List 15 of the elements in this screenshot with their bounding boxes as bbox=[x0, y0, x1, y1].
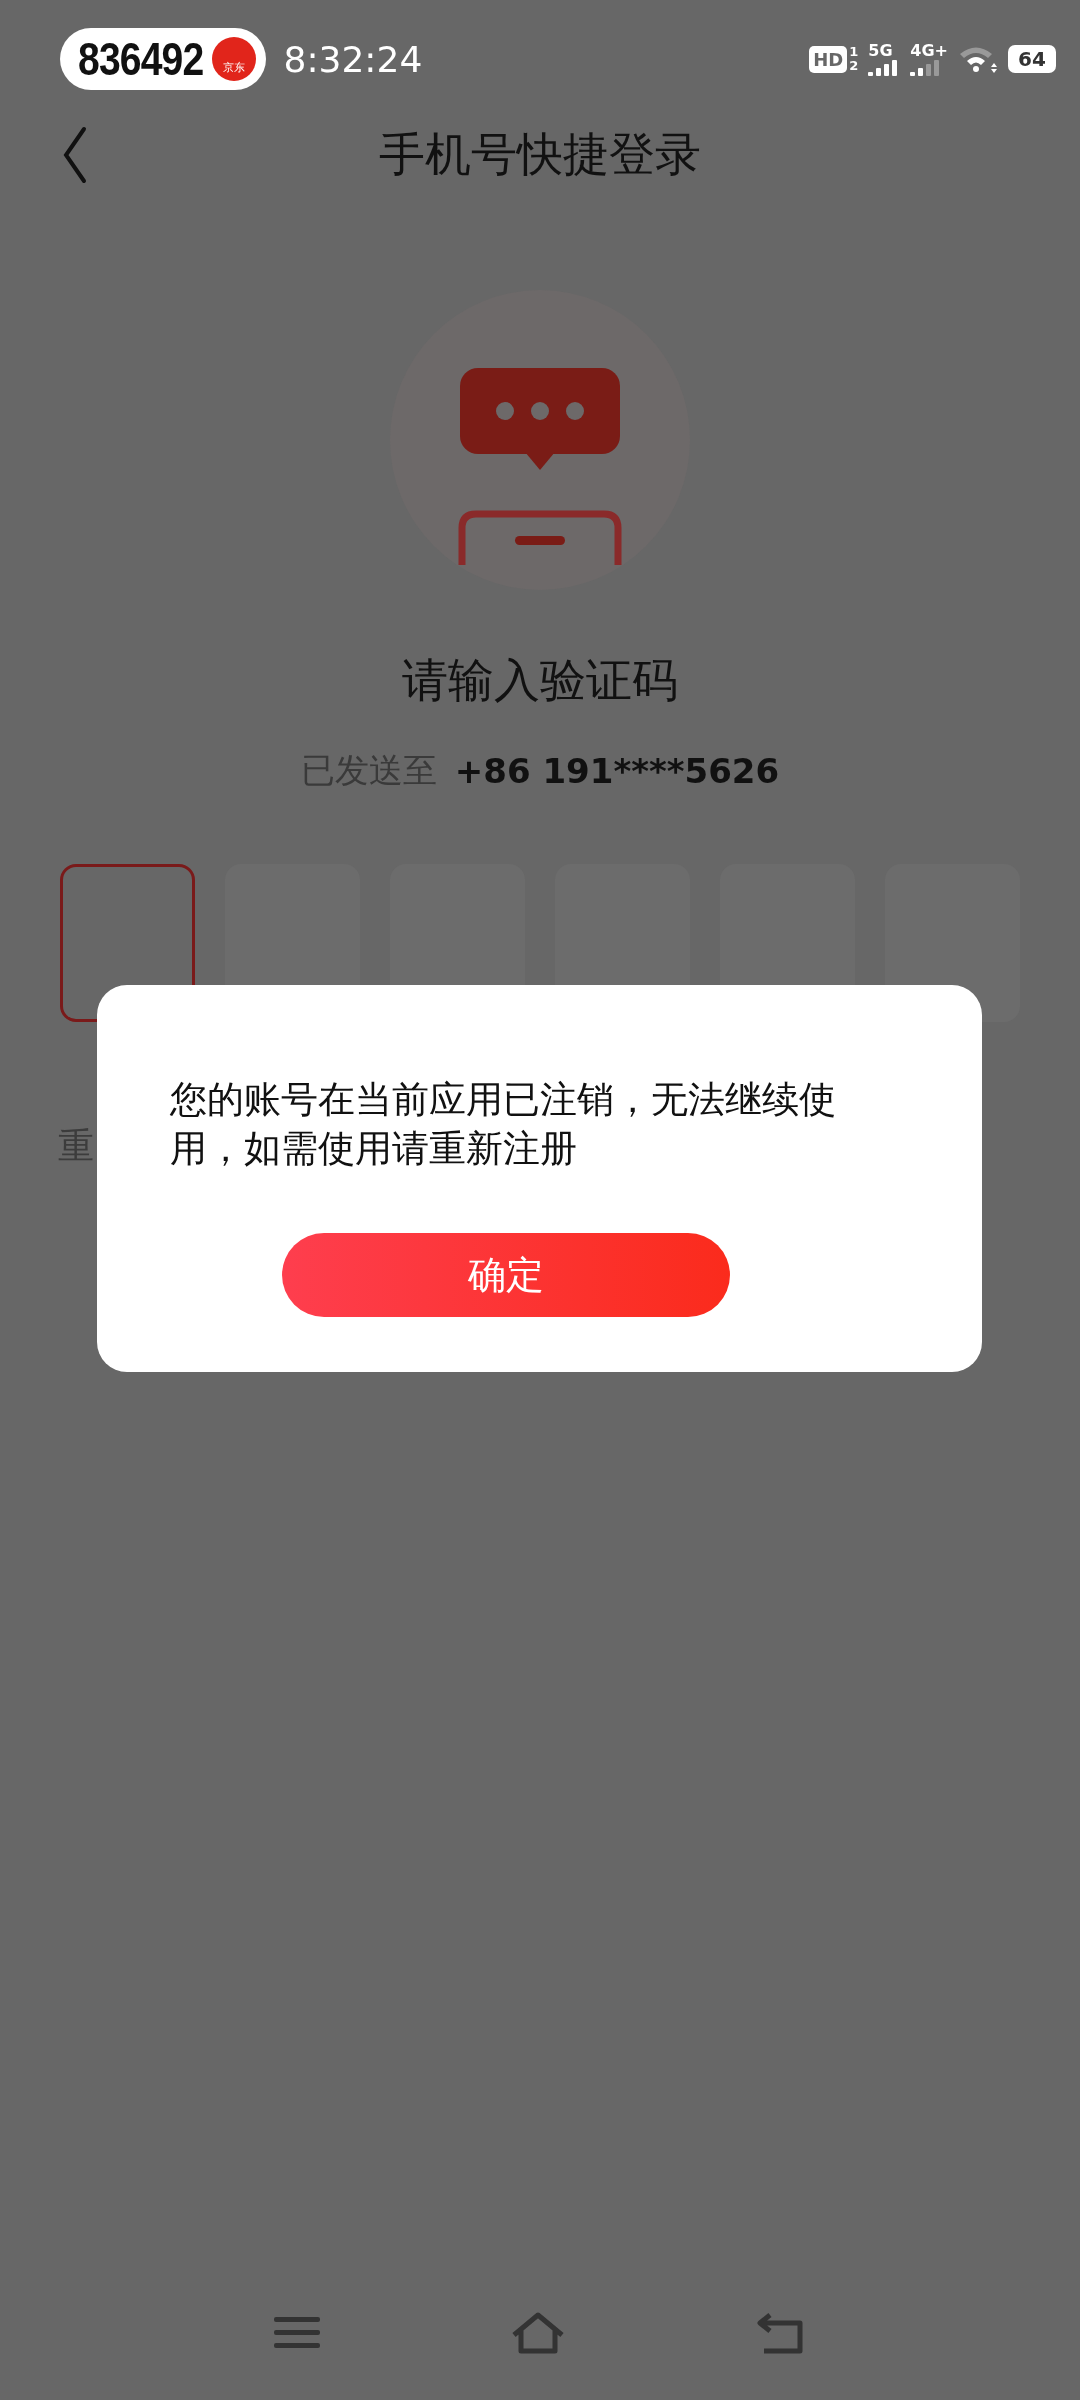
sim-number: 2 bbox=[849, 59, 859, 73]
hd-label: HD bbox=[809, 45, 848, 73]
network-label: 4G+ bbox=[910, 42, 948, 60]
app-badge: 京东 bbox=[211, 37, 256, 81]
battery-level: 64 bbox=[1018, 47, 1046, 71]
sim-number: 1 bbox=[849, 45, 859, 59]
network-label: 5G bbox=[868, 42, 893, 60]
clock-time: 8:32:24 bbox=[283, 38, 423, 80]
confirm-button[interactable]: 确定 bbox=[282, 1233, 730, 1317]
dialog-message: 您的账号在当前应用已注销，无法继续使用，如需使用请重新注册 bbox=[170, 1077, 837, 1172]
wifi-icon bbox=[958, 45, 998, 73]
heading: 请输入验证码 bbox=[402, 652, 678, 709]
pill-number: 836492 bbox=[78, 32, 204, 86]
phone-number: +86 191****5626 bbox=[454, 751, 780, 791]
page-title: 手机号快捷登录 bbox=[379, 126, 701, 183]
